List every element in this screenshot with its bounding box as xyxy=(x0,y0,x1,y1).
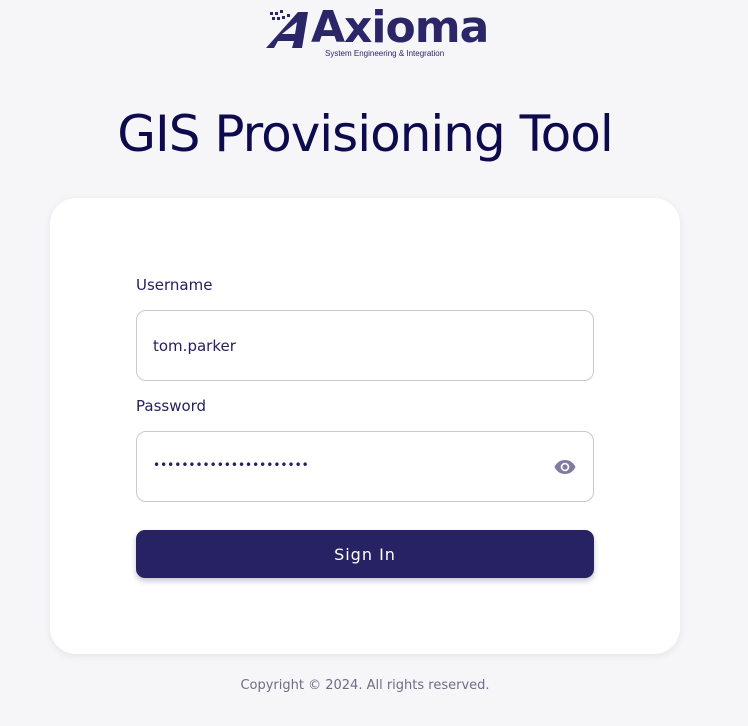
login-card: Username Password ••••••••••••••••••••••… xyxy=(50,198,680,654)
copyright-text: Copyright © 2024. All rights reserved. xyxy=(240,678,490,693)
password-label: Password xyxy=(136,397,207,415)
sign-in-button[interactable]: Sign In xyxy=(136,530,594,578)
username-field-box[interactable] xyxy=(136,310,594,381)
logo-tagline: System Engineering & Integration xyxy=(325,49,445,58)
password-input[interactable]: •••••••••••••••••••••• xyxy=(153,456,309,474)
company-logo: Axioma System Engineering & Integration xyxy=(264,2,489,62)
password-field-box[interactable]: •••••••••••••••••••••• xyxy=(136,431,594,502)
login-page: Axioma System Engineering & Integration … xyxy=(0,0,748,726)
username-input[interactable] xyxy=(153,311,543,380)
page-title: GIS Provisioning Tool xyxy=(117,105,613,163)
eye-icon[interactable] xyxy=(553,455,577,479)
logo-wordmark: Axioma xyxy=(311,2,489,53)
username-label: Username xyxy=(136,276,213,294)
